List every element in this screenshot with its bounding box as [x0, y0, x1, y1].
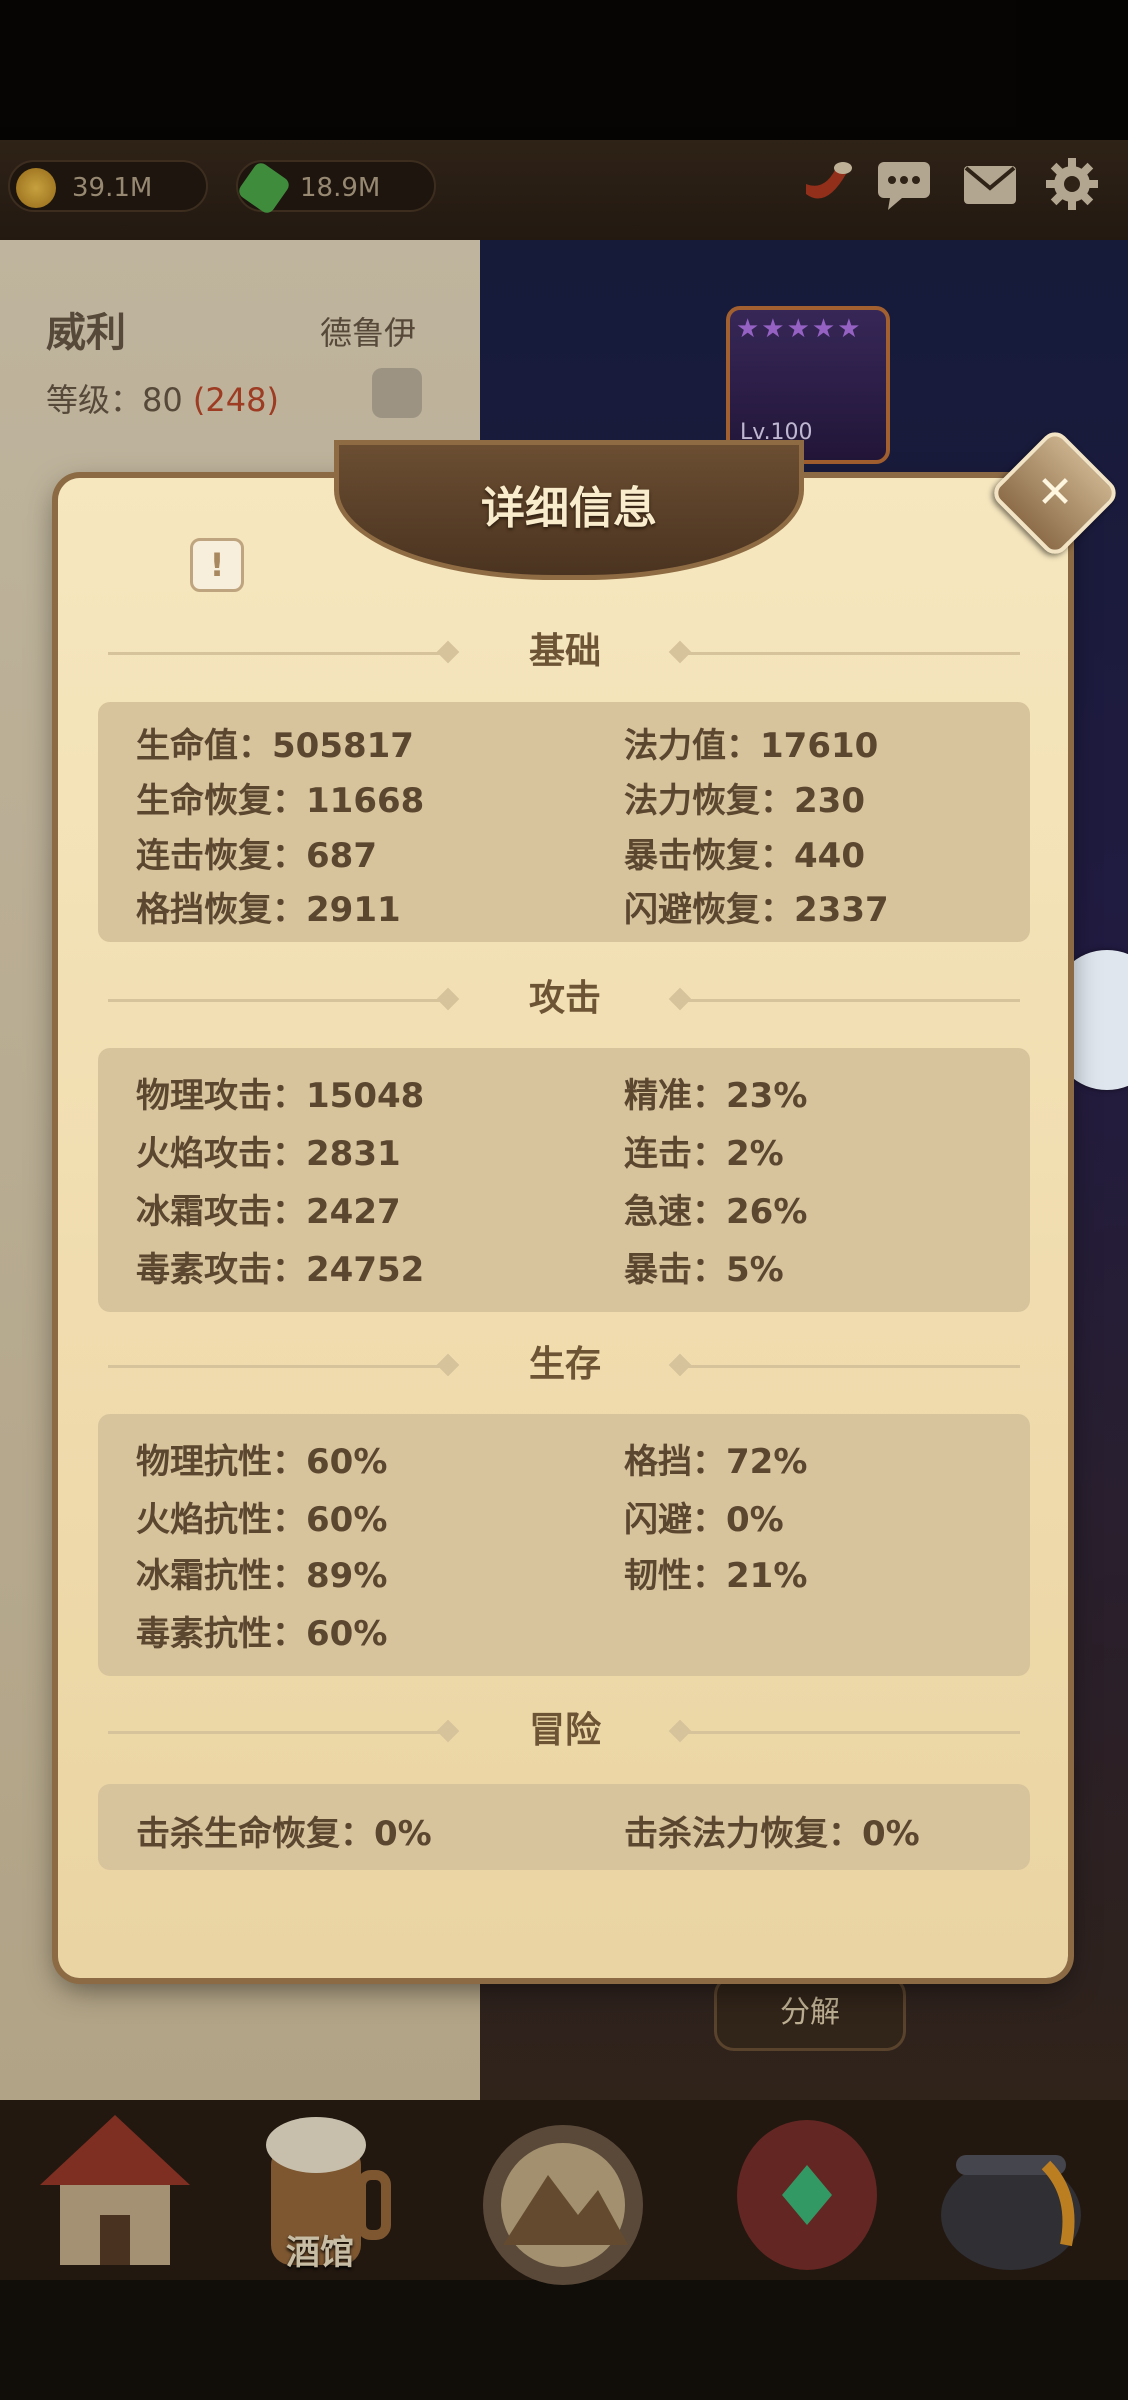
section-header-survival: 生存: [100, 1340, 1030, 1390]
close-icon[interactable]: ✕: [1008, 446, 1102, 540]
stat-haste: 急速：26%: [624, 1192, 808, 1232]
stat-block-regen: 格挡恢复：2911: [136, 890, 401, 930]
info-icon[interactable]: !: [190, 538, 244, 592]
stat-fire-attack: 火焰攻击：2831: [136, 1134, 401, 1174]
stat-fire-resist: 火焰抗性：60%: [136, 1500, 388, 1540]
stat-kill-mp-regen: 击杀法力恢复：0%: [624, 1814, 920, 1854]
stat-crit-regen: 暴击恢复：440: [624, 836, 865, 876]
stat-mp: 法力值：17610: [624, 726, 879, 766]
stat-physical-resist: 物理抗性：60%: [136, 1442, 388, 1482]
stat-mp-regen: 法力恢复：230: [624, 781, 865, 821]
stat-crit: 暴击：5%: [624, 1250, 784, 1290]
section-title: 冒险: [528, 1710, 601, 1751]
stat-block: 格挡：72%: [624, 1442, 808, 1482]
stat-box-attack: 物理攻击：15048 精准：23% 火焰攻击：2831 连击：2% 冰霜攻击：2…: [98, 1048, 1030, 1312]
section-title: 基础: [528, 631, 601, 672]
section-title: 生存: [528, 1344, 601, 1385]
stat-kill-hp-regen: 击杀生命恢复：0%: [136, 1814, 432, 1854]
section-header-basic: 基础: [100, 627, 1030, 677]
stat-combo-regen: 连击恢复：687: [136, 836, 377, 876]
section-header-attack: 攻击: [100, 974, 1030, 1024]
dialog-title: 详细信息: [481, 483, 657, 534]
section-header-adventure: 冒险: [100, 1706, 1030, 1756]
stat-box-basic: 生命值：505817 法力值：17610 生命恢复：11668 法力恢复：230…: [98, 702, 1030, 942]
stat-hp: 生命值：505817: [136, 726, 414, 766]
stat-dodge: 闪避：0%: [624, 1500, 784, 1540]
stat-physical-attack: 物理攻击：15048: [136, 1076, 425, 1116]
stat-accuracy: 精准：23%: [624, 1076, 808, 1116]
stat-frost-resist: 冰霜抗性：89%: [136, 1556, 388, 1596]
stat-toughness: 韧性：21%: [624, 1556, 808, 1596]
stat-poison-attack: 毒素攻击：24752: [136, 1250, 425, 1290]
stat-box-survival: 物理抗性：60% 格挡：72% 火焰抗性：60% 闪避：0% 冰霜抗性：89% …: [98, 1414, 1030, 1676]
stat-hp-regen: 生命恢复：11668: [136, 781, 425, 821]
section-title: 攻击: [528, 978, 601, 1019]
stat-poison-resist: 毒素抗性：60%: [136, 1614, 388, 1654]
stat-combo: 连击：2%: [624, 1134, 784, 1174]
stat-frost-attack: 冰霜攻击：2427: [136, 1192, 401, 1232]
stat-box-adventure: 击杀生命恢复：0% 击杀法力恢复：0%: [98, 1784, 1030, 1870]
stat-dodge-regen: 闪避恢复：2337: [624, 890, 889, 930]
